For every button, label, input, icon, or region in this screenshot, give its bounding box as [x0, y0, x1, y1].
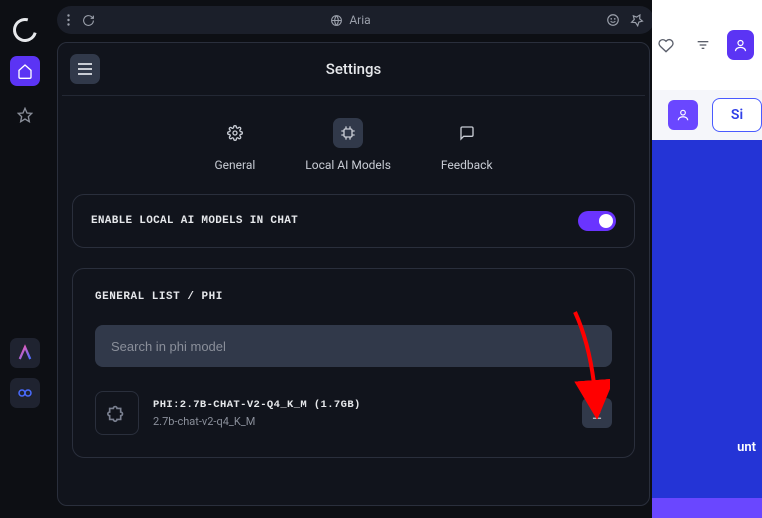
- sidebar-app-1[interactable]: [10, 338, 40, 368]
- gear-icon: [220, 118, 250, 148]
- download-button[interactable]: [582, 398, 612, 428]
- filter-icon[interactable]: [689, 30, 716, 60]
- enable-local-ai-card: ENABLE LOCAL AI MODELS IN CHAT: [72, 194, 635, 248]
- more-icon[interactable]: [67, 14, 70, 26]
- panel-header: Settings: [58, 43, 649, 95]
- tab-feedback[interactable]: Feedback: [441, 118, 493, 172]
- model-title: PHI:2.7B-CHAT-V2-Q4_K_M (1.7GB): [153, 399, 568, 411]
- tab-label: Feedback: [441, 158, 493, 172]
- sidebar-app-2[interactable]: [10, 378, 40, 408]
- search-input[interactable]: [95, 325, 612, 367]
- address-bar: Aria: [57, 6, 654, 34]
- panel-title: Settings: [326, 60, 382, 78]
- bg-signin-label: Si: [731, 107, 743, 123]
- tab-label: Local AI Models: [305, 158, 391, 172]
- tab-general[interactable]: General: [214, 118, 255, 172]
- chip-icon: [333, 118, 363, 148]
- globe-icon: [330, 14, 343, 27]
- puzzle-icon: [95, 391, 139, 435]
- sidebar-favorites-button[interactable]: [10, 100, 40, 130]
- chat-icon: [452, 118, 482, 148]
- enable-label: ENABLE LOCAL AI MODELS IN CHAT: [91, 215, 298, 227]
- address-title[interactable]: Aria: [349, 13, 370, 27]
- user-avatar-button[interactable]: [727, 30, 754, 60]
- reload-icon[interactable]: [82, 14, 95, 27]
- enable-toggle[interactable]: [578, 211, 616, 231]
- breadcrumb[interactable]: GENERAL LIST / PHI: [95, 291, 612, 303]
- background-page: Si unt: [652, 0, 762, 518]
- model-list-card: GENERAL LIST / PHI PHI:2.7B-CHAT-V2-Q4_K…: [72, 268, 635, 458]
- sidebar-home-button[interactable]: [10, 56, 40, 86]
- settings-tabs: General Local AI Models Feedback: [58, 96, 649, 188]
- left-rail: [0, 0, 50, 518]
- pin-icon[interactable]: [630, 13, 644, 27]
- opera-logo-icon: [9, 14, 42, 47]
- bg-text-fragment: unt: [737, 440, 756, 455]
- bg-user-icon[interactable]: [668, 100, 698, 130]
- smile-icon[interactable]: [606, 13, 620, 27]
- heart-icon[interactable]: [652, 30, 679, 60]
- bg-signin-button[interactable]: Si: [712, 98, 762, 132]
- model-subtitle: 2.7b-chat-v2-q4_K_M: [153, 415, 568, 428]
- settings-panel: Settings General Local AI Models Feedbac…: [57, 42, 650, 506]
- menu-button[interactable]: [70, 54, 100, 84]
- tab-local-ai-models[interactable]: Local AI Models: [305, 118, 391, 172]
- model-row: PHI:2.7B-CHAT-V2-Q4_K_M (1.7GB) 2.7b-cha…: [95, 391, 612, 435]
- tab-label: General: [214, 158, 255, 172]
